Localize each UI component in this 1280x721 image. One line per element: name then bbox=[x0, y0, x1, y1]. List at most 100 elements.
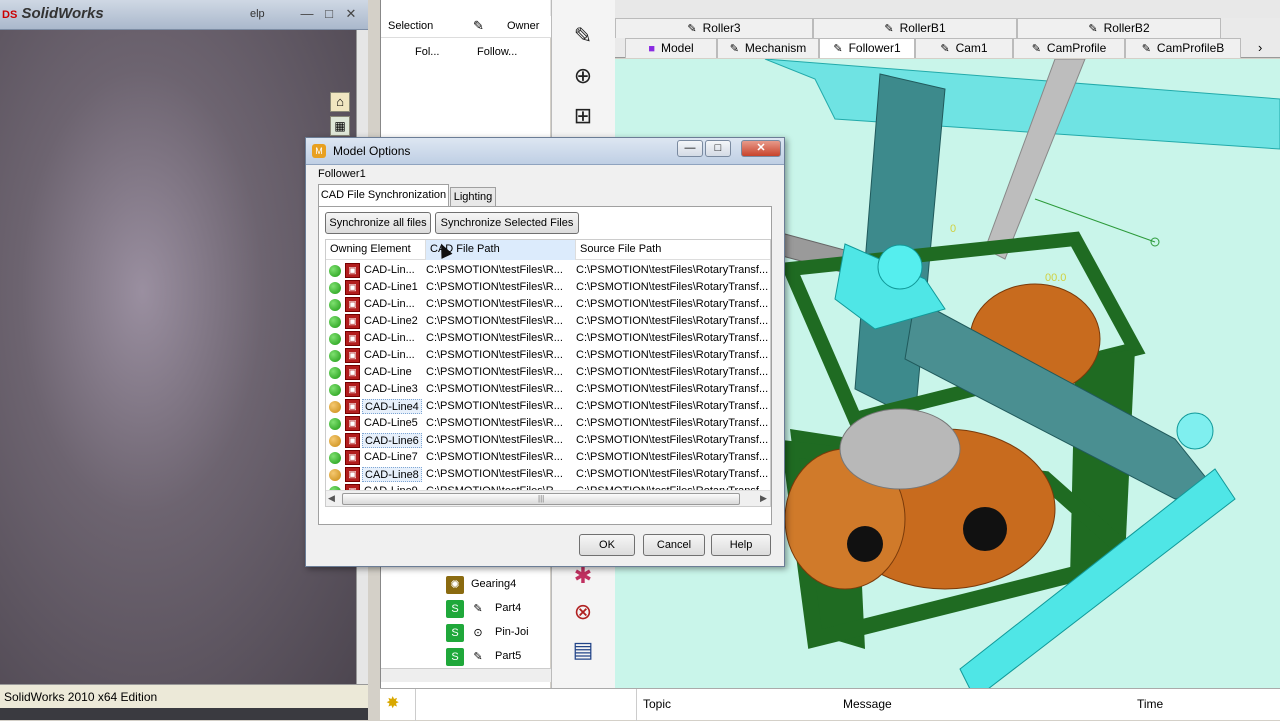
tree-item-pin-joint[interactable]: S ⊙ Pin-Joi bbox=[381, 623, 551, 645]
tree-item-part5[interactable]: S ✎ Part5 bbox=[381, 647, 551, 669]
sync-selected-files-button[interactable]: Synchronize Selected Files bbox=[435, 212, 579, 234]
tab-rollerb1[interactable]: ✎ RollerB1 bbox=[813, 18, 1017, 38]
cell-cad-file-path[interactable]: C:\PSMOTION\testFiles\R... bbox=[426, 400, 566, 412]
tab-rollerb2[interactable]: ✎ RollerB2 bbox=[1017, 18, 1221, 38]
cell-source-file-path[interactable]: C:\PSMOTION\testFiles\RotaryTransf... bbox=[576, 434, 770, 446]
cell-cad-file-path[interactable]: C:\PSMOTION\testFiles\R... bbox=[426, 383, 566, 395]
cell-source-file-path[interactable]: C:\PSMOTION\testFiles\RotaryTransf... bbox=[576, 264, 770, 276]
cell-owning-element[interactable]: CAD-Line1 bbox=[362, 280, 420, 295]
table-row[interactable]: ▣ CAD-Line1 C:\PSMOTION\testFiles\R... C:\P… bbox=[326, 279, 770, 296]
cell-cad-file-path[interactable]: C:\PSMOTION\testFiles\R... bbox=[426, 264, 566, 276]
cell-owning-element[interactable]: CAD-Lin... bbox=[362, 331, 417, 346]
column-source-file-path[interactable]: Source File Path bbox=[576, 240, 770, 260]
cell-owning-element[interactable]: CAD-Line4 bbox=[362, 399, 422, 414]
menu-help[interactable]: elp bbox=[250, 8, 265, 20]
add-joint-icon[interactable]: ⊕ bbox=[566, 60, 600, 92]
sync-all-files-button[interactable]: Synchronize all files bbox=[325, 212, 431, 234]
add-constraint-icon[interactable]: ⊞ bbox=[566, 100, 600, 132]
table-row[interactable]: ▣ CAD-Line5 C:\PSMOTION\testFiles\R... C:\P… bbox=[326, 415, 770, 432]
tab-camprofile[interactable]: ✎ CamProfile bbox=[1013, 38, 1125, 58]
table-row[interactable]: ▣ CAD-Line6 C:\PSMOTION\testFiles\R... C:\P… bbox=[326, 432, 770, 449]
cell-cad-file-path[interactable]: C:\PSMOTION\testFiles\R... bbox=[426, 281, 566, 293]
cell-source-file-path[interactable]: C:\PSMOTION\testFiles\RotaryTransf... bbox=[576, 366, 770, 378]
dialog-minimize-button[interactable]: — bbox=[677, 140, 703, 157]
cell-owning-element[interactable]: CAD-Line6 bbox=[362, 433, 422, 448]
close-button[interactable]: ✕ bbox=[342, 6, 360, 22]
cell-cad-file-path[interactable]: C:\PSMOTION\testFiles\R... bbox=[426, 417, 566, 429]
help-button[interactable]: Help bbox=[711, 534, 771, 556]
message-column-header[interactable]: Message bbox=[843, 697, 892, 711]
tab-cad-file-sync[interactable]: CAD File Synchronization bbox=[318, 184, 449, 207]
add-formula-icon[interactable]: ▤ bbox=[566, 634, 600, 666]
cell-owning-element[interactable]: CAD-Lin... bbox=[362, 263, 417, 278]
tree-item-gearing4[interactable]: ✺ Gearing4 bbox=[381, 575, 551, 597]
cell-owning-element[interactable]: CAD-Lin... bbox=[362, 297, 417, 312]
dialog-titlebar[interactable]: M Model Options — □ ✕ bbox=[306, 138, 784, 165]
cell-source-file-path[interactable]: C:\PSMOTION\testFiles\RotaryTransf... bbox=[576, 451, 770, 463]
pin-icon[interactable]: ✎ bbox=[473, 18, 484, 34]
design-library-icon[interactable]: ▦ bbox=[330, 116, 350, 136]
table-row[interactable]: ▣ CAD-Line4 C:\PSMOTION\testFiles\R... C:\P… bbox=[326, 398, 770, 415]
grid-horizontal-scrollbar[interactable]: ◀ ||| ▶ bbox=[326, 490, 770, 506]
cell-source-file-path[interactable]: C:\PSMOTION\testFiles\RotaryTransf... bbox=[576, 349, 770, 361]
cell-cad-file-path[interactable]: C:\PSMOTION\testFiles\R... bbox=[426, 332, 566, 344]
dialog-close-button[interactable]: ✕ bbox=[741, 140, 781, 157]
cell-source-file-path[interactable]: C:\PSMOTION\testFiles\RotaryTransf... bbox=[576, 298, 770, 310]
add-link-icon[interactable]: ✎ bbox=[566, 20, 600, 52]
table-row[interactable]: ▣ CAD-Lin... C:\PSMOTION\testFiles\R... C:\… bbox=[326, 296, 770, 313]
tree-item-part4[interactable]: S ✎ Part4 bbox=[381, 599, 551, 621]
cell-cad-file-path[interactable]: C:\PSMOTION\testFiles\R... bbox=[426, 451, 566, 463]
table-row[interactable]: ▣ CAD-Line8 C:\PSMOTION\testFiles\R... C:\P… bbox=[326, 466, 770, 483]
cell-owning-element[interactable]: CAD-Line3 bbox=[362, 382, 420, 397]
cell-source-file-path[interactable]: C:\PSMOTION\testFiles\RotaryTransf... bbox=[576, 332, 770, 344]
scroll-right-icon[interactable]: ▶ bbox=[760, 493, 767, 504]
maximize-button[interactable]: □ bbox=[320, 6, 338, 22]
cell-cad-file-path[interactable]: C:\PSMOTION\testFiles\R... bbox=[426, 315, 566, 327]
table-row[interactable]: ▣ CAD-Lin... C:\PSMOTION\testFiles\R... C:\… bbox=[326, 262, 770, 279]
dialog-maximize-button[interactable]: □ bbox=[705, 140, 731, 157]
add-load-icon[interactable]: ⊗ bbox=[566, 596, 600, 628]
tab-roller3[interactable]: ✎ Roller3 bbox=[615, 18, 813, 38]
owner-value[interactable]: Follow... bbox=[477, 46, 517, 58]
cell-owning-element[interactable]: CAD-Lin... bbox=[362, 348, 417, 363]
cell-source-file-path[interactable]: C:\PSMOTION\testFiles\RotaryTransf... bbox=[576, 417, 770, 429]
tab-camprofileb[interactable]: ✎ CamProfileB bbox=[1125, 38, 1241, 58]
cell-owning-element[interactable]: CAD-Line2 bbox=[362, 314, 420, 329]
scroll-left-icon[interactable]: ◀ bbox=[328, 493, 335, 504]
topic-column-header[interactable]: Topic bbox=[643, 697, 671, 711]
cell-owning-element[interactable]: CAD-Line5 bbox=[362, 416, 420, 431]
tabs-next-icon[interactable]: › bbox=[1258, 40, 1262, 55]
home-icon[interactable]: ⌂ bbox=[330, 92, 350, 112]
tab-follower1[interactable]: ✎ Follower1 bbox=[819, 38, 915, 58]
tab-lighting[interactable]: Lighting bbox=[450, 187, 496, 207]
cell-source-file-path[interactable]: C:\PSMOTION\testFiles\RotaryTransf... bbox=[576, 468, 770, 480]
cell-source-file-path[interactable]: C:\PSMOTION\testFiles\RotaryTransf... bbox=[576, 315, 770, 327]
table-row[interactable]: ▣ CAD-Line3 C:\PSMOTION\testFiles\R... C:\P… bbox=[326, 381, 770, 398]
time-column-header[interactable]: Time bbox=[1137, 697, 1163, 711]
cell-cad-file-path[interactable]: C:\PSMOTION\testFiles\R... bbox=[426, 349, 566, 361]
tree-horizontal-scrollbar[interactable] bbox=[381, 668, 551, 682]
table-row[interactable]: ▣ CAD-Line7 C:\PSMOTION\testFiles\R... C:\P… bbox=[326, 449, 770, 466]
cell-cad-file-path[interactable]: C:\PSMOTION\testFiles\R... bbox=[426, 434, 566, 446]
cell-source-file-path[interactable]: C:\PSMOTION\testFiles\RotaryTransf... bbox=[576, 383, 770, 395]
selection-value[interactable]: Fol... bbox=[415, 46, 439, 58]
cell-owning-element[interactable]: CAD-Line bbox=[362, 365, 414, 380]
tab-model[interactable]: ■ Model bbox=[625, 38, 717, 58]
minimize-button[interactable]: — bbox=[298, 6, 316, 22]
column-owning-element[interactable]: Owning Element bbox=[326, 240, 426, 260]
table-row[interactable]: ▣ CAD-Lin... C:\PSMOTION\testFiles\R... C:\… bbox=[326, 347, 770, 364]
cancel-button[interactable]: Cancel bbox=[643, 534, 705, 556]
table-row[interactable]: ▣ CAD-Lin... C:\PSMOTION\testFiles\R... C:\… bbox=[326, 330, 770, 347]
cell-cad-file-path[interactable]: C:\PSMOTION\testFiles\R... bbox=[426, 468, 566, 480]
cell-owning-element[interactable]: CAD-Line8 bbox=[362, 467, 422, 482]
cell-cad-file-path[interactable]: C:\PSMOTION\testFiles\R... bbox=[426, 366, 566, 378]
cell-source-file-path[interactable]: C:\PSMOTION\testFiles\RotaryTransf... bbox=[576, 400, 770, 412]
cell-owning-element[interactable]: CAD-Line7 bbox=[362, 450, 420, 465]
ok-button[interactable]: OK bbox=[579, 534, 635, 556]
tab-cam1[interactable]: ✎ Cam1 bbox=[915, 38, 1013, 58]
scroll-thumb[interactable]: ||| bbox=[342, 493, 740, 505]
table-row[interactable]: ▣ CAD-Line C:\PSMOTION\testFiles\R... C:\PS… bbox=[326, 364, 770, 381]
cell-source-file-path[interactable]: C:\PSMOTION\testFiles\RotaryTransf... bbox=[576, 281, 770, 293]
tab-mechanism[interactable]: ✎ Mechanism bbox=[717, 38, 819, 58]
table-row[interactable]: ▣ CAD-Line2 C:\PSMOTION\testFiles\R... C:\P… bbox=[326, 313, 770, 330]
